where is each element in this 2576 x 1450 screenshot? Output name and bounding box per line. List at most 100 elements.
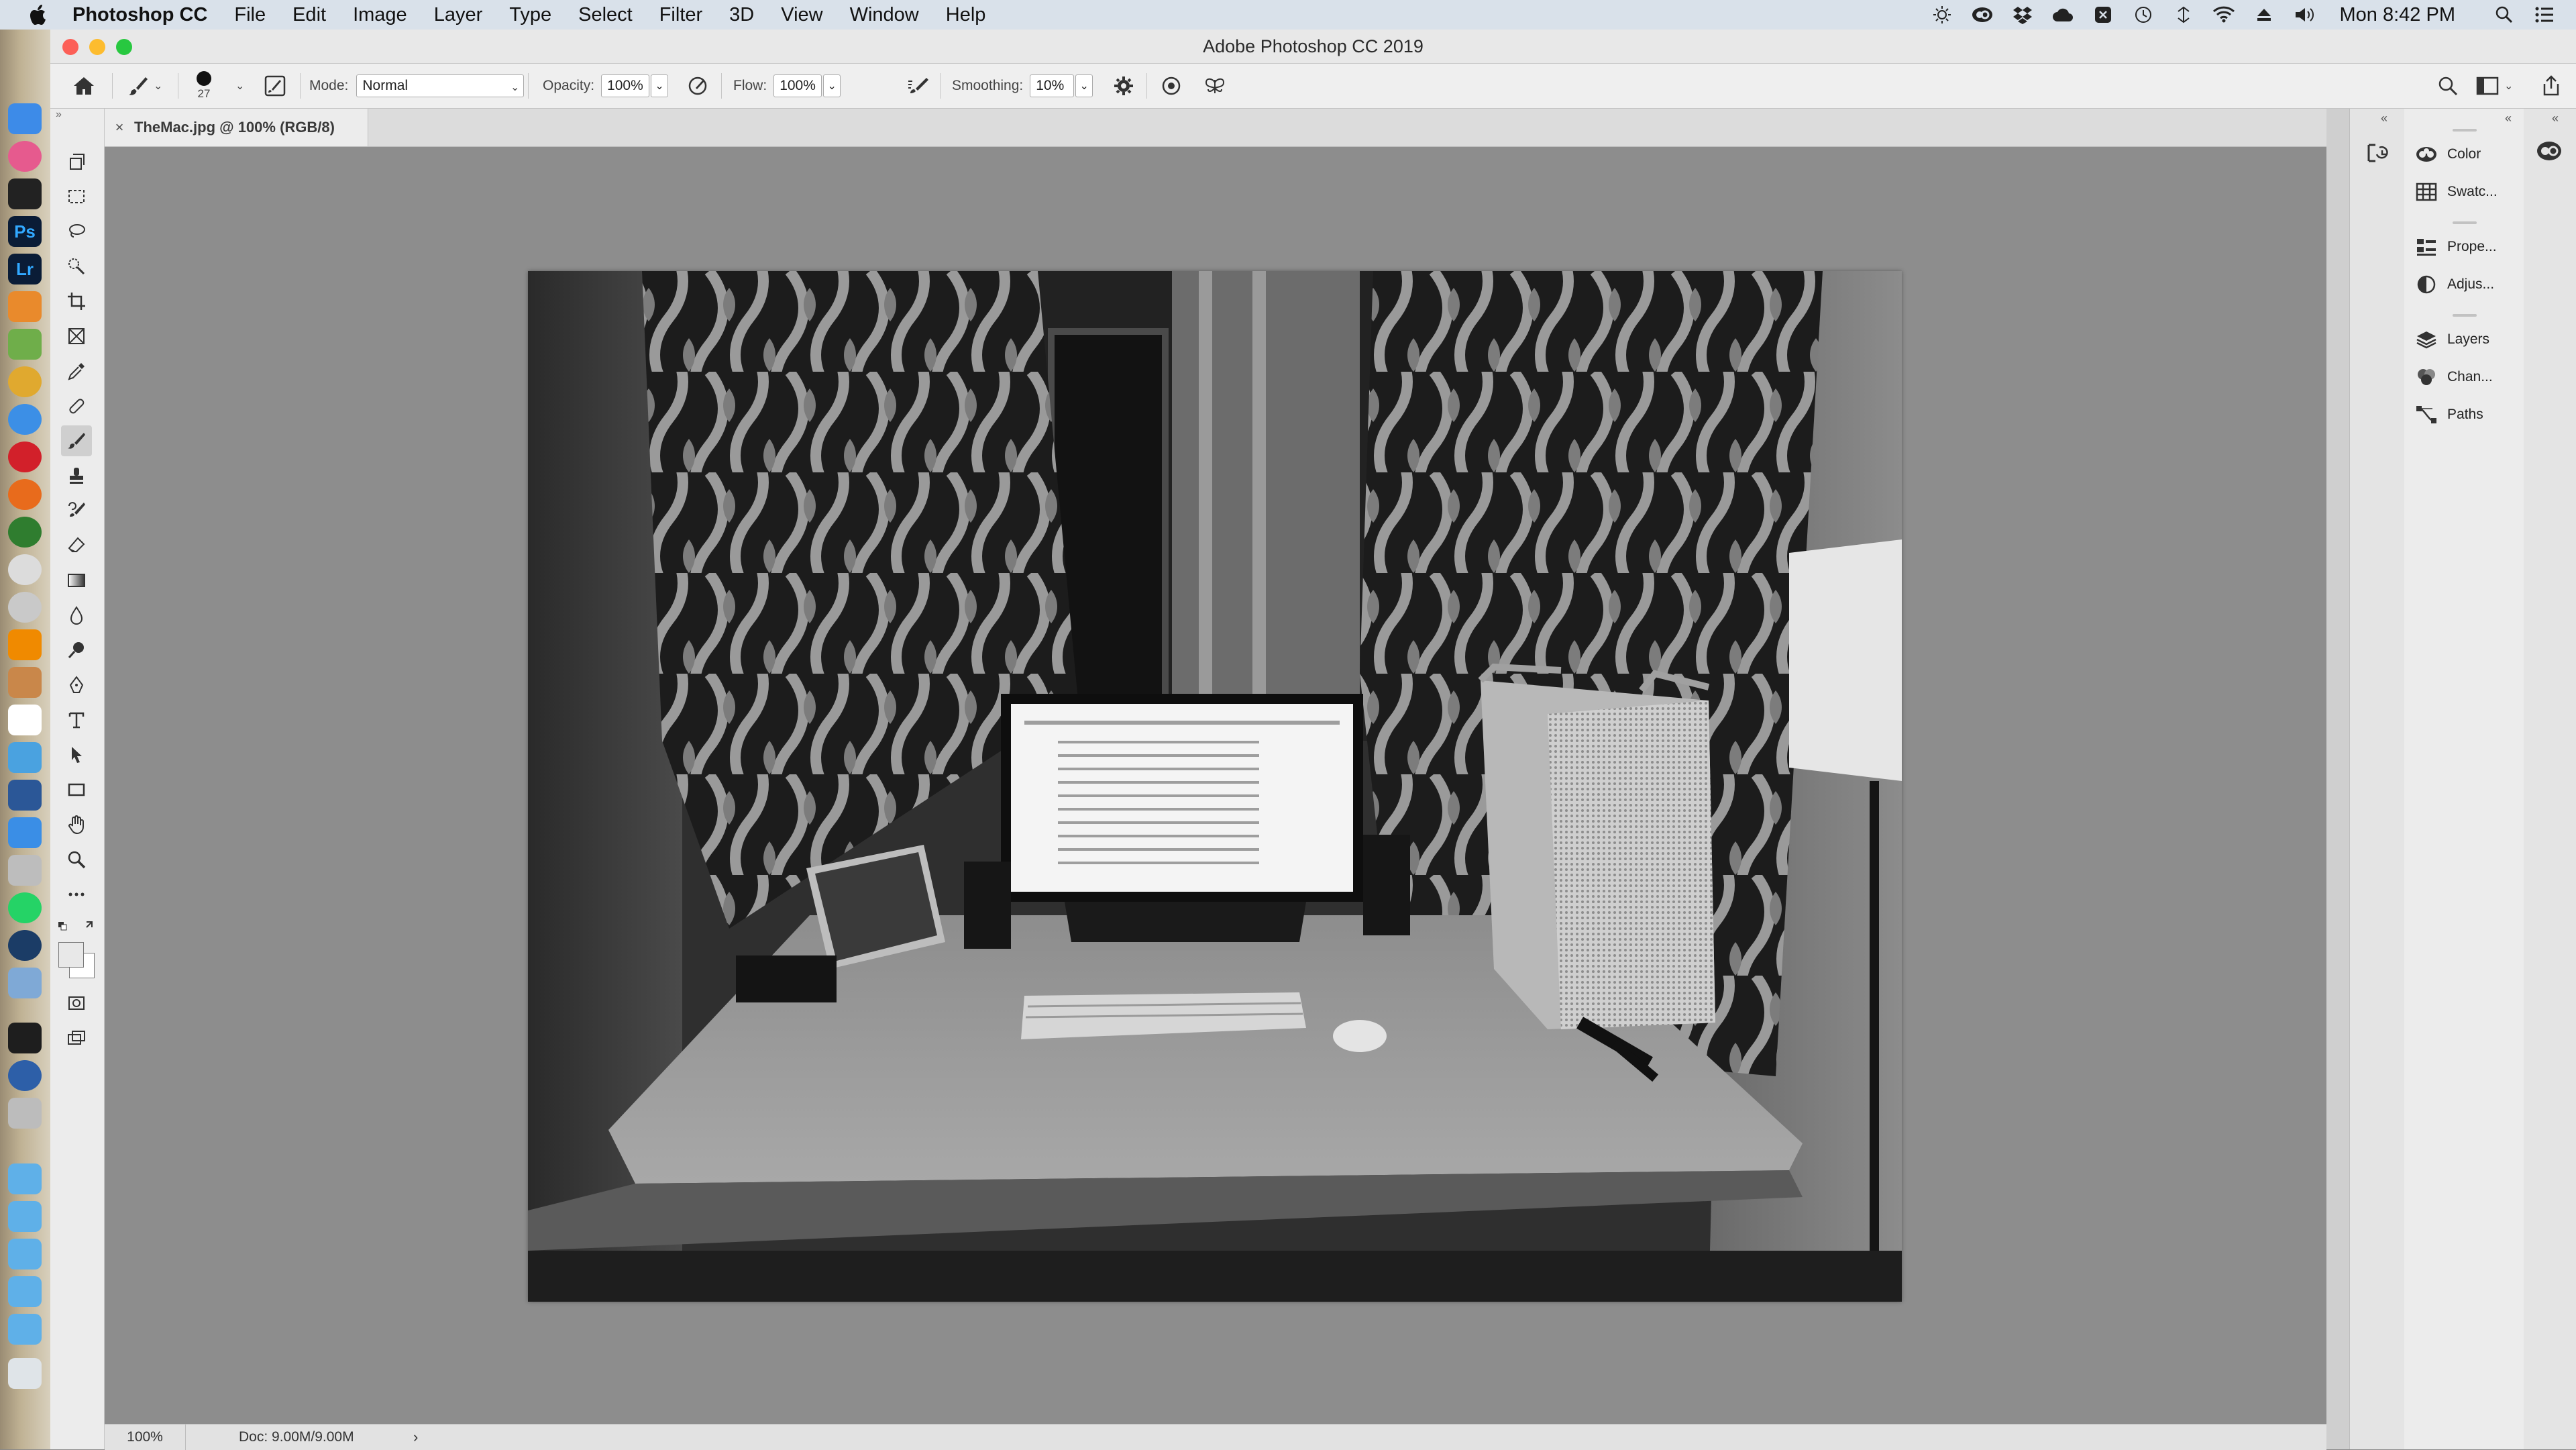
workspace-switcher-icon[interactable]: ⌄ bbox=[2476, 64, 2513, 108]
move-tool-icon[interactable] bbox=[61, 146, 92, 177]
menu-filter[interactable]: Filter bbox=[659, 4, 702, 26]
folder-icon[interactable] bbox=[8, 1239, 42, 1270]
dropbox-icon[interactable] bbox=[2011, 3, 2034, 26]
more-tools-icon[interactable] bbox=[61, 879, 92, 910]
eyedropper-tool-icon[interactable] bbox=[61, 356, 92, 386]
wifi-icon[interactable] bbox=[2212, 3, 2235, 26]
photoshop-icon[interactable]: Ps bbox=[8, 216, 42, 247]
volume-icon[interactable] bbox=[2293, 3, 2316, 26]
word-icon[interactable] bbox=[8, 780, 42, 811]
bluetooth-like-icon[interactable] bbox=[2092, 3, 2114, 26]
collapse-panel-icon[interactable]: « bbox=[2552, 111, 2559, 125]
folder-icon[interactable] bbox=[8, 1276, 42, 1307]
frame-tool-icon[interactable] bbox=[61, 321, 92, 352]
panel-group-grip[interactable] bbox=[2453, 129, 2477, 132]
history-panel-icon[interactable] bbox=[2365, 141, 2389, 168]
clone-stamp-tool-icon[interactable] bbox=[61, 460, 92, 491]
steam-icon[interactable] bbox=[8, 930, 42, 961]
blur-tool-icon[interactable] bbox=[61, 600, 92, 631]
finder-icon[interactable] bbox=[8, 103, 42, 134]
channels-panel-button[interactable]: Chan... bbox=[2415, 364, 2516, 391]
dodge-tool-icon[interactable] bbox=[61, 635, 92, 666]
dvd-icon[interactable] bbox=[8, 554, 42, 585]
paths-panel-button[interactable]: Paths bbox=[2415, 401, 2516, 428]
layers-panel-button[interactable]: Layers bbox=[2415, 326, 2516, 353]
chart-app-icon[interactable] bbox=[8, 817, 42, 848]
firefox-icon[interactable] bbox=[8, 479, 42, 510]
color-swatches[interactable] bbox=[57, 941, 97, 980]
virtualbox-icon[interactable] bbox=[8, 968, 42, 998]
photos-icon[interactable] bbox=[8, 742, 42, 773]
quick-mask-icon[interactable] bbox=[61, 988, 92, 1019]
downloads-folder-icon[interactable] bbox=[8, 1314, 42, 1345]
menu-app-name[interactable]: Photoshop CC bbox=[72, 4, 207, 26]
menu-view[interactable]: View bbox=[781, 4, 822, 26]
menu-image[interactable]: Image bbox=[353, 4, 407, 26]
airbrush-icon[interactable] bbox=[906, 64, 930, 108]
trash-icon[interactable] bbox=[8, 1358, 42, 1389]
calendar-icon[interactable] bbox=[8, 705, 42, 735]
marquee-tool-icon[interactable] bbox=[61, 181, 92, 212]
smoothing-settings-gear-icon[interactable] bbox=[1113, 64, 1134, 108]
menu-file[interactable]: File bbox=[234, 4, 266, 26]
history-brush-tool-icon[interactable] bbox=[61, 495, 92, 526]
vlc-icon[interactable] bbox=[8, 629, 42, 660]
folder-icon[interactable] bbox=[8, 1163, 42, 1194]
share-icon[interactable] bbox=[2540, 64, 2562, 108]
menu-select[interactable]: Select bbox=[578, 4, 633, 26]
menu-layer[interactable]: Layer bbox=[434, 4, 483, 26]
terminal-icon[interactable] bbox=[8, 178, 42, 209]
opacity-input[interactable]: 100% bbox=[601, 74, 650, 97]
swatches-panel-button[interactable]: Swatc... bbox=[2415, 178, 2516, 205]
opera-icon[interactable] bbox=[8, 442, 42, 472]
itunes-icon[interactable] bbox=[8, 141, 42, 172]
brush-tool-preset-icon[interactable]: ⌄ bbox=[127, 64, 162, 108]
safari-icon[interactable] bbox=[8, 404, 42, 435]
printer-icon[interactable] bbox=[8, 1098, 42, 1129]
spotlight-icon[interactable] bbox=[2493, 3, 2516, 26]
home-icon[interactable] bbox=[72, 64, 96, 108]
smoothing-slider-toggle[interactable]: ⌄ bbox=[1075, 74, 1093, 97]
symmetry-butterfly-icon[interactable] bbox=[1203, 64, 1227, 108]
preview-icon[interactable] bbox=[8, 291, 42, 322]
status-bar-menu-arrow-icon[interactable]: › bbox=[413, 1425, 418, 1450]
document-canvas-image[interactable] bbox=[528, 271, 1902, 1302]
menubar-clock[interactable]: Mon 8:42 PM bbox=[2340, 4, 2455, 26]
whatsapp-icon[interactable] bbox=[8, 892, 42, 923]
libraries-panel-icon[interactable] bbox=[2536, 140, 2563, 166]
search-icon[interactable] bbox=[2437, 64, 2459, 108]
default-colors-swap-icon[interactable] bbox=[57, 919, 97, 934]
eject-icon[interactable] bbox=[2253, 3, 2275, 26]
utility-icon[interactable] bbox=[8, 855, 42, 886]
opacity-slider-toggle[interactable]: ⌄ bbox=[651, 74, 669, 97]
properties-panel-button[interactable]: Prope... bbox=[2415, 234, 2516, 260]
brightness-icon[interactable] bbox=[1931, 3, 1953, 26]
notification-center-icon[interactable] bbox=[2533, 3, 2556, 26]
zoom-level-field[interactable]: 100% bbox=[105, 1425, 186, 1450]
collapse-panels-icon[interactable]: « bbox=[2505, 111, 2512, 125]
collapse-panel-icon[interactable]: « bbox=[2381, 111, 2387, 125]
chevron-down-icon[interactable]: ⌄ bbox=[235, 64, 244, 108]
rectangle-tool-icon[interactable] bbox=[61, 774, 92, 805]
menu-help[interactable]: Help bbox=[946, 4, 986, 26]
mode-select[interactable]: Normal ⌄ bbox=[356, 74, 525, 97]
expand-panel-icon[interactable]: » bbox=[56, 109, 62, 121]
menu-window[interactable]: Window bbox=[850, 4, 919, 26]
apple-menu-icon[interactable] bbox=[25, 1, 52, 28]
pressure-opacity-icon[interactable] bbox=[686, 64, 709, 108]
cloud-icon[interactable] bbox=[2051, 3, 2074, 26]
hand-tool-icon[interactable] bbox=[61, 809, 92, 840]
quick-selection-tool-icon[interactable] bbox=[61, 251, 92, 282]
document-info[interactable]: Doc: 9.00M/9.00M bbox=[239, 1425, 354, 1450]
screen-mode-icon[interactable] bbox=[61, 1023, 92, 1053]
creative-cloud-icon[interactable] bbox=[1971, 3, 1994, 26]
pen-tool-icon[interactable] bbox=[61, 670, 92, 701]
path-selection-tool-icon[interactable] bbox=[61, 739, 92, 770]
foreground-color-swatch[interactable] bbox=[58, 942, 84, 968]
document-tab[interactable]: × TheMac.jpg @ 100% (RGB/8) bbox=[105, 109, 368, 146]
mkv-icon[interactable] bbox=[8, 517, 42, 548]
menu-type[interactable]: Type bbox=[509, 4, 551, 26]
brush-size-picker[interactable]: 27 bbox=[197, 64, 211, 108]
healing-brush-tool-icon[interactable] bbox=[61, 391, 92, 421]
contacts-icon[interactable] bbox=[8, 667, 42, 698]
